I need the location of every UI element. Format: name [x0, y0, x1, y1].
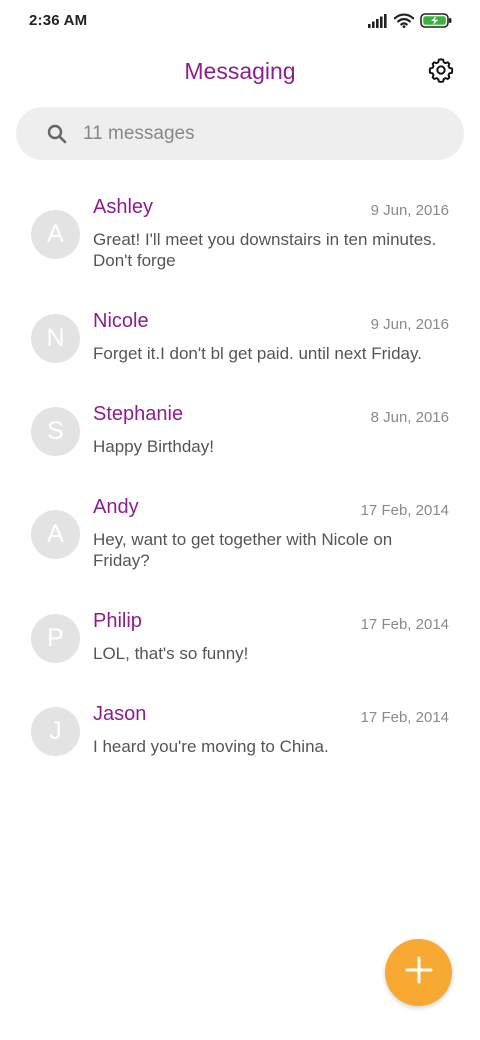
gear-icon	[428, 57, 454, 88]
message-date: 17 Feb, 2014	[360, 502, 449, 519]
search-icon	[46, 123, 68, 150]
conversation-item[interactable]: J Jason 17 Feb, 2014 I heard you're movi…	[0, 699, 480, 779]
contact-name: Andy	[93, 496, 139, 518]
message-date: 9 Jun, 2016	[370, 316, 449, 333]
avatar: A	[31, 210, 80, 259]
message-snippet: LOL, that's so funny!	[93, 644, 249, 663]
message-snippet: Forget it.I don't bl get paid. until nex…	[93, 344, 422, 363]
message-snippet: I heard you're moving to China.	[93, 737, 329, 756]
message-date: 9 Jun, 2016	[370, 202, 449, 219]
message-date: 17 Feb, 2014	[360, 709, 449, 726]
contact-name: Jason	[93, 703, 147, 725]
message-snippet: Happy Birthday!	[93, 437, 214, 456]
conversation-item[interactable]: A Ashley 9 Jun, 2016 Great! I'll meet yo…	[0, 192, 480, 292]
search-bar[interactable]: 11 messages	[16, 107, 464, 160]
status-icons	[368, 13, 452, 28]
conversation-item[interactable]: A Andy 17 Feb, 2014 Hey, want to get tog…	[0, 492, 480, 592]
app-header: Messaging	[0, 52, 480, 92]
avatar: N	[31, 314, 80, 363]
message-snippet: Great! I'll meet you downstairs in ten m…	[93, 230, 437, 270]
conversation-item[interactable]: N Nicole 9 Jun, 2016 Forget it.I don't b…	[0, 306, 480, 386]
avatar: S	[31, 407, 80, 456]
new-message-button[interactable]	[385, 939, 452, 1006]
signal-icon	[368, 13, 388, 28]
contact-name: Stephanie	[93, 403, 184, 425]
contact-name: Nicole	[93, 310, 149, 332]
conversation-item[interactable]: P Philip 17 Feb, 2014 LOL, that's so fun…	[0, 606, 480, 686]
status-bar: 2:36 AM	[0, 0, 480, 44]
page-title: Messaging	[184, 58, 296, 84]
avatar: P	[31, 614, 80, 663]
wifi-icon	[394, 13, 414, 28]
contact-name: Philip	[93, 610, 142, 632]
settings-button[interactable]	[425, 56, 457, 88]
battery-charging-icon	[420, 13, 452, 28]
plus-icon	[404, 955, 434, 990]
avatar: A	[31, 510, 80, 559]
search-placeholder: 11 messages	[83, 123, 195, 144]
messaging-screen: 2:36 AM Messaging 11 messages A Ashley 9…	[0, 0, 480, 1040]
status-time: 2:36 AM	[29, 12, 88, 29]
conversation-item[interactable]: S Stephanie 8 Jun, 2016 Happy Birthday!	[0, 399, 480, 479]
message-date: 8 Jun, 2016	[370, 409, 449, 426]
contact-name: Ashley	[93, 196, 154, 218]
avatar: J	[31, 707, 80, 756]
message-snippet: Hey, want to get together with Nicole on…	[93, 530, 393, 570]
message-date: 17 Feb, 2014	[360, 616, 449, 633]
